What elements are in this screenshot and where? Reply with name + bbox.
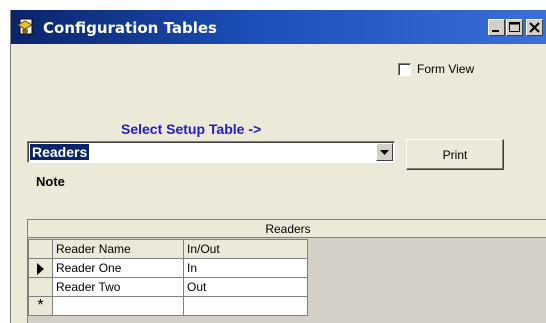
cell-reader-name[interactable]: Reader One [52,258,184,278]
document-icon [16,17,36,37]
column-header-reader-name[interactable]: Reader Name [52,239,184,259]
cell-in-out[interactable]: Out [183,277,308,297]
readers-datasheet: Readers Reader Name In/Out Reader One In [27,219,546,323]
datasheet-table: Reader Name In/Out Reader One In Reader … [28,239,308,316]
setup-table-selected-value: Readers [30,144,90,160]
maximize-button[interactable] [506,19,523,36]
select-all-corner[interactable] [28,239,53,259]
record-selector[interactable] [28,258,53,278]
table-row[interactable]: Reader Two Out [28,277,308,297]
current-record-arrow-icon [37,262,44,275]
note-label: Note [36,174,65,189]
cell-reader-name[interactable]: Reader Two [52,277,184,297]
new-record-asterisk: * [37,297,44,314]
chevron-down-icon [380,150,389,155]
close-button[interactable] [526,19,543,36]
setup-table-select[interactable]: Readers [27,141,395,163]
title-bar[interactable]: Configuration Tables [11,10,546,44]
dropdown-button[interactable] [376,143,393,161]
print-button[interactable]: Print [406,139,504,170]
form-view-checkbox[interactable] [398,63,411,76]
record-selector[interactable] [28,277,53,297]
form-view-label: Form View [417,62,475,76]
new-record-row[interactable]: * [28,296,308,316]
maximize-icon [509,22,520,32]
table-row[interactable]: Reader One In [28,258,308,278]
datasheet-caption: Readers [28,220,546,238]
new-cell-reader-name[interactable] [52,296,184,316]
select-setup-table-label: Select Setup Table -> [121,121,262,137]
cell-in-out[interactable]: In [183,258,308,278]
column-header-row: Reader Name In/Out [28,239,308,259]
column-header-in-out[interactable]: In/Out [183,239,308,259]
window-title: Configuration Tables [43,19,217,37]
minimize-icon [492,30,499,32]
record-selector[interactable]: * [28,296,53,316]
minimize-button[interactable] [488,19,505,36]
close-icon [529,22,540,33]
new-cell-in-out[interactable] [183,296,308,316]
configuration-tables-window: Configuration Tables Form View Select Se… [10,10,546,323]
datasheet-area: Reader Name In/Out Reader One In Reader … [28,239,546,323]
